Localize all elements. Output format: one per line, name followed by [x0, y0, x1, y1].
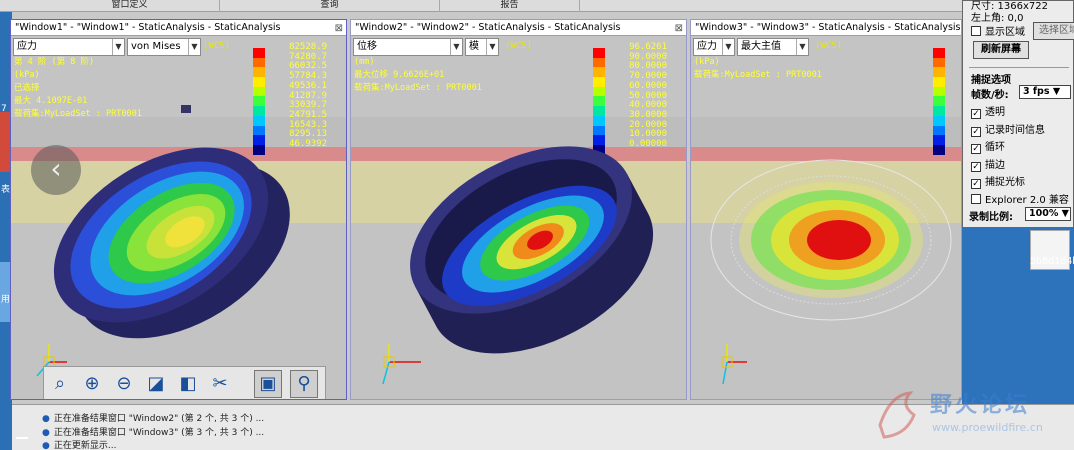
message-line: ● 正在准备结果窗口 "Window2" (第 2 个, 共 3 个) ... [42, 411, 264, 424]
message-text: 正在准备结果窗口 "Window3" (第 3 个, 共 3 个) ... [53, 428, 265, 438]
network-icon[interactable]: ⚲ [290, 370, 318, 398]
checkbox-icon: ✓ [971, 161, 981, 172]
capture-settings-panel: 尺寸: 1366x722 左上角: 0,0 显示区域 选择区域 刷新屏幕 捕捉选… [962, 0, 1074, 228]
strip-label-1: 7 [1, 104, 7, 114]
result-window-3[interactable]: "Window3" - "Window3" - StaticAnalysis -… [690, 19, 962, 400]
strip-label-3: 用 [1, 295, 11, 305]
ratio-label: 录制比例: [969, 212, 1013, 223]
checkbox-icon: ✓ [971, 144, 981, 154]
fps-select[interactable]: 3 fps ▼ [1019, 85, 1071, 99]
option-label: 描边 [985, 159, 1005, 171]
desktop-icon-label[interactable]: 5b8d1d4b [1030, 256, 1074, 267]
option-checkbox[interactable]: ✓ 循环 [971, 138, 1005, 154]
option-checkbox[interactable]: ✓ 记录时间信息 [971, 121, 1045, 137]
watermark-title: 野火论坛 [930, 393, 1031, 418]
watermark-url: www.proewildfire.cn [932, 421, 1043, 434]
option-label: 捕捉光标 [985, 177, 1025, 188]
fps-label: 帧数/秒: [971, 90, 1009, 101]
checkbox-icon: ✓ [971, 109, 981, 119]
orient-icon[interactable]: ✂ [206, 370, 234, 398]
option-label: Explorer 2.0 兼容 [985, 194, 1069, 206]
result-window-1[interactable]: "Window1" - "Window1" - StaticAnalysis -… [10, 19, 347, 400]
shading-icon[interactable]: ◧ [174, 370, 202, 398]
zoom-out-icon[interactable]: ⊖ [110, 370, 138, 398]
view-toolbar: ⌕ ⊕ ⊖ ◪ ◧ ✂ ▣ ⚲ [43, 366, 326, 399]
watermark: 野火论坛 www.proewildfire.cn [870, 385, 1070, 445]
message-text: 正在更新显示... [53, 441, 117, 450]
message-line: ● 正在准备结果窗口 "Window3" (第 3 个, 共 3 个) ... [42, 425, 264, 438]
ratio-select[interactable]: 100% ▼ [1025, 207, 1071, 221]
topleft-label: 左上角: 0,0 [971, 13, 1024, 24]
bullet-icon: ● [42, 414, 50, 424]
bullet-icon: ● [42, 428, 50, 438]
options-title: 捕捉选项 [971, 75, 1011, 86]
checkbox-icon [971, 193, 981, 204]
zoom-window-icon[interactable]: ⌕ [46, 370, 74, 398]
option-checkbox[interactable]: ✓ 透明 [971, 103, 1005, 119]
option-label: 透明 [985, 107, 1005, 118]
zoom-in-icon[interactable]: ⊕ [78, 370, 106, 398]
axis-triad-icon [382, 344, 421, 385]
ratio-value: 100% [1029, 208, 1059, 219]
option-checkbox[interactable]: ✓ 描边 [971, 156, 1005, 172]
option-checkbox[interactable]: ✓ 捕捉光标 [971, 173, 1025, 189]
checkbox-icon: ✓ [971, 179, 981, 189]
message-line: ● 正在更新显示... [42, 438, 116, 450]
strip-label-2: 表 [1, 185, 11, 195]
menu-report[interactable]: 报告 [440, 0, 580, 12]
wildfire-logo-icon [878, 391, 916, 439]
show-region-label: 显示区域 [985, 27, 1025, 38]
result-window-2[interactable]: "Window2" - "Window2" - StaticAnalysis -… [350, 19, 687, 400]
menu-query[interactable]: 查询 [220, 0, 440, 12]
screen: 窗口定义 查询 报告 7 表 用 "Window1" - "Window1" -… [0, 0, 1074, 450]
select-region-button[interactable]: 选择区域 [1033, 22, 1074, 40]
message-text: 正在准备结果窗口 "Window2" (第 2 个, 共 3 个) ... [53, 414, 265, 424]
menu-bar: 窗口定义 查询 报告 [0, 0, 1074, 12]
option-checkbox[interactable]: Explorer 2.0 兼容 [971, 191, 1069, 206]
axis-triad-icon [721, 344, 747, 385]
show-region-checkbox[interactable]: 显示区域 [971, 23, 1025, 38]
prev-arrow-button[interactable]: ‹ [31, 145, 81, 195]
divider [969, 67, 1069, 68]
option-label: 循环 [985, 142, 1005, 153]
view-manager-icon[interactable]: ▣ [254, 370, 282, 398]
checkbox-icon: ✓ [971, 126, 981, 137]
bullet-icon: ● [42, 441, 50, 450]
option-label: 记录时间信息 [985, 124, 1045, 136]
menu-window-definition[interactable]: 窗口定义 [40, 0, 220, 12]
refresh-screen-button[interactable]: 刷新屏幕 [973, 41, 1029, 59]
checkbox-icon [971, 26, 981, 36]
fps-value: 3 fps [1023, 86, 1050, 97]
repaint-icon[interactable]: ◪ [142, 370, 170, 398]
scroll-handle[interactable] [16, 437, 28, 445]
